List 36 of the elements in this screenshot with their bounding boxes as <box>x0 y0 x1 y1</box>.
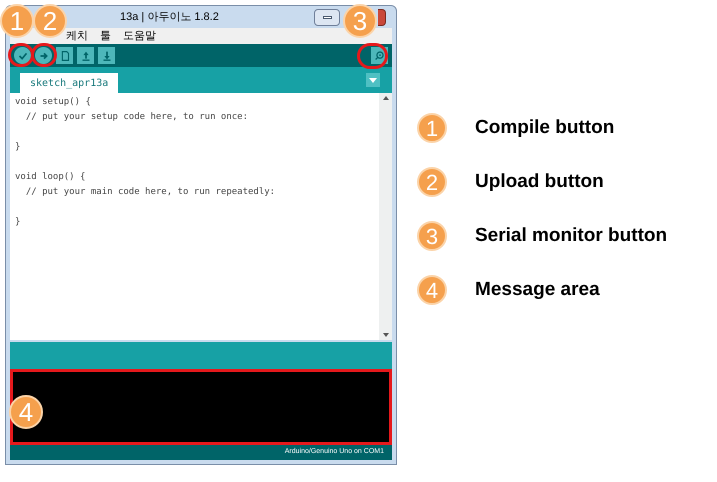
caret-icon <box>369 78 377 82</box>
tab-menu-button[interactable] <box>366 73 380 87</box>
code-line: void loop() { <box>15 171 86 184</box>
legend-label: Message area <box>475 278 600 302</box>
verify-button[interactable] <box>14 47 31 64</box>
save-button[interactable] <box>98 47 115 64</box>
scroll-down-icon <box>382 333 388 337</box>
scrollbar[interactable] <box>379 93 392 340</box>
code-line: // put your main code here, to run repeatedly: <box>24 186 276 199</box>
code-line: // put your setup code here, to run once: <box>24 111 248 124</box>
close-button[interactable] <box>378 8 386 26</box>
number-badge: 2 <box>417 167 447 197</box>
code-line: } <box>15 141 20 154</box>
menu-item[interactable]: 도움말 <box>123 28 156 44</box>
number-badge: 4 <box>417 275 447 305</box>
open-button[interactable] <box>77 47 94 64</box>
upload-button[interactable] <box>35 47 52 64</box>
tab[interactable]: sketch_apr13a <box>20 73 118 93</box>
scroll-up-icon <box>382 96 388 100</box>
code-line: void setup() { <box>15 96 91 109</box>
new-button[interactable] <box>56 47 73 64</box>
window-title: 13a | 아두이노 1.8.2 <box>120 10 219 25</box>
menu-item[interactable]: 케치 <box>66 28 88 44</box>
minimize-button[interactable] <box>314 8 340 26</box>
highlight-ring <box>8 43 34 67</box>
menu-item[interactable]: 툴 <box>100 28 111 44</box>
code-line: } <box>15 216 20 229</box>
legend-label: Serial monitor button <box>475 224 668 248</box>
legend-label: Compile button <box>475 116 614 140</box>
highlight-ring <box>357 43 388 69</box>
number-badge: 1 <box>417 113 447 143</box>
highlight-ring <box>31 43 57 67</box>
magnifier-icon <box>372 48 386 62</box>
number-badge: 3 <box>417 221 447 251</box>
number-badge: 1 <box>0 4 34 38</box>
legend-label: Upload button <box>475 170 604 194</box>
